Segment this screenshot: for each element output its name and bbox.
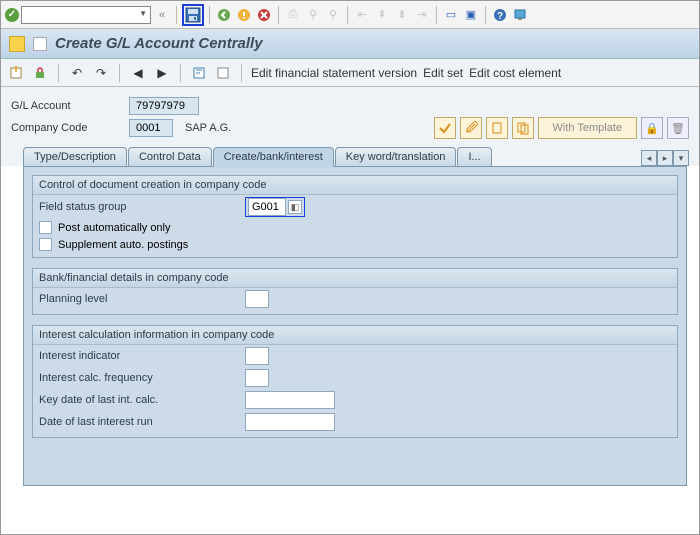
post-auto-checkbox[interactable] bbox=[39, 221, 52, 234]
interest-freq-input[interactable] bbox=[245, 369, 269, 387]
layout-icon[interactable] bbox=[511, 6, 529, 24]
tab-body: Control of document creation in company … bbox=[23, 166, 687, 486]
company-code-value[interactable]: 0001 bbox=[129, 119, 173, 137]
supplement-auto-checkbox[interactable] bbox=[39, 238, 52, 251]
filter-icon[interactable] bbox=[190, 64, 208, 82]
separator bbox=[347, 6, 348, 24]
separator bbox=[278, 6, 279, 24]
group-title: Interest calculation information in comp… bbox=[33, 326, 677, 345]
field-status-label: Field status group bbox=[39, 201, 239, 213]
back-double-icon[interactable]: « bbox=[153, 6, 171, 24]
separator bbox=[436, 6, 437, 24]
enter-icon[interactable]: ✓ bbox=[5, 8, 19, 22]
lastrun-input[interactable] bbox=[245, 413, 335, 431]
company-code-text: SAP A.G. bbox=[185, 122, 231, 134]
header-buttons: With Template 🔒 🗑 bbox=[434, 117, 690, 139]
edit-fsv-link[interactable]: Edit financial statement version bbox=[251, 66, 417, 80]
new-session-icon[interactable]: ▭ bbox=[442, 6, 460, 24]
tab-nav: ◂ ▸ ▾ bbox=[641, 150, 689, 166]
sap-window: ✓ « ⎙ ⚲ ⚲ ⇤ ⇞ ⇟ ⇥ ▭ bbox=[0, 0, 700, 535]
separator bbox=[180, 64, 181, 82]
separator bbox=[485, 6, 486, 24]
supplement-auto-label: Supplement auto. postings bbox=[58, 239, 188, 251]
print-icon[interactable]: ⎙ bbox=[284, 6, 302, 24]
post-auto-label: Post automatically only bbox=[58, 222, 171, 234]
help-icon[interactable]: ? bbox=[491, 6, 509, 24]
new-doc-icon[interactable] bbox=[486, 117, 508, 139]
find-next-icon[interactable]: ⚲ bbox=[324, 6, 342, 24]
delete-icon[interactable]: 🗑 bbox=[667, 117, 689, 139]
back-icon[interactable] bbox=[215, 6, 233, 24]
system-toolbar: ✓ « ⎙ ⚲ ⚲ ⇤ ⇞ ⇟ ⇥ ▭ bbox=[1, 1, 699, 29]
tab-control-data[interactable]: Control Data bbox=[128, 147, 212, 166]
tab-scroll-right-icon[interactable]: ▸ bbox=[657, 150, 673, 166]
lock-icon[interactable]: 🔒 bbox=[641, 117, 663, 139]
company-code-label: Company Code bbox=[11, 122, 121, 134]
find-icon[interactable]: ⚲ bbox=[304, 6, 322, 24]
title-bar: Create G/L Account Centrally bbox=[1, 29, 699, 59]
tab-keyword-translation[interactable]: Key word/translation bbox=[335, 147, 457, 166]
svg-text:?: ? bbox=[497, 11, 503, 22]
interest-indicator-input[interactable] bbox=[245, 347, 269, 365]
tab-list-icon[interactable]: ▾ bbox=[673, 150, 689, 166]
field-status-input[interactable] bbox=[248, 198, 286, 216]
last-page-icon[interactable]: ⇥ bbox=[413, 6, 431, 24]
separator bbox=[119, 64, 120, 82]
edit-cost-link[interactable]: Edit cost element bbox=[469, 66, 561, 80]
group-interest-calc: Interest calculation information in comp… bbox=[32, 325, 678, 438]
first-page-icon[interactable]: ⇤ bbox=[353, 6, 371, 24]
page-title: Create G/L Account Centrally bbox=[55, 35, 263, 52]
gl-account-label: G/L Account bbox=[11, 100, 121, 112]
cancel-icon[interactable] bbox=[255, 6, 273, 24]
keydate-input[interactable] bbox=[245, 391, 335, 409]
next-icon[interactable]: ▶ bbox=[153, 64, 171, 82]
keydate-label: Key date of last int. calc. bbox=[39, 394, 239, 406]
tab-type-description[interactable]: Type/Description bbox=[23, 147, 127, 166]
group-bank-financial: Bank/financial details in company code P… bbox=[32, 268, 678, 315]
separator bbox=[176, 6, 177, 24]
undo-icon[interactable]: ↶ bbox=[68, 64, 86, 82]
separator bbox=[209, 6, 210, 24]
command-field[interactable] bbox=[21, 6, 151, 24]
shortcut-icon[interactable]: ▣ bbox=[462, 6, 480, 24]
tab-scroll-left-icon[interactable]: ◂ bbox=[641, 150, 657, 166]
header-area: G/L Account 79797979 Company Code 0001 S… bbox=[1, 87, 699, 143]
edit-set-link[interactable]: Edit set bbox=[423, 66, 463, 80]
gl-account-value[interactable]: 79797979 bbox=[129, 97, 199, 115]
planning-level-input[interactable] bbox=[245, 290, 269, 308]
save-icon bbox=[185, 7, 201, 23]
doc-icon bbox=[33, 37, 47, 51]
lastrun-label: Date of last interest run bbox=[39, 416, 239, 428]
with-template-button[interactable]: With Template bbox=[538, 117, 638, 139]
planning-level-label: Planning level bbox=[39, 293, 239, 305]
exit-icon[interactable] bbox=[235, 6, 253, 24]
edit-icon[interactable] bbox=[460, 117, 482, 139]
separator bbox=[58, 64, 59, 82]
prev-icon[interactable]: ◀ bbox=[129, 64, 147, 82]
group-document-control: Control of document creation in company … bbox=[32, 175, 678, 258]
redo-icon[interactable]: ↷ bbox=[92, 64, 110, 82]
next-page-icon[interactable]: ⇟ bbox=[393, 6, 411, 24]
app-icon bbox=[9, 36, 25, 52]
check-icon[interactable] bbox=[434, 117, 456, 139]
group-title: Control of document creation in company … bbox=[33, 176, 677, 195]
field-status-selection: ◧ bbox=[245, 197, 305, 217]
interest-indicator-label: Interest indicator bbox=[39, 350, 239, 362]
tab-more[interactable]: I... bbox=[457, 147, 491, 166]
separator bbox=[241, 64, 242, 82]
tab-strip: Type/Description Control Data Create/ban… bbox=[1, 143, 699, 166]
tab-create-bank-interest[interactable]: Create/bank/interest bbox=[213, 147, 334, 167]
group-title: Bank/financial details in company code bbox=[33, 269, 677, 288]
lock-toggle-icon[interactable] bbox=[31, 64, 49, 82]
copy-doc-icon[interactable] bbox=[512, 117, 534, 139]
f4-help-icon[interactable]: ◧ bbox=[288, 200, 302, 214]
interest-freq-label: Interest calc. frequency bbox=[39, 372, 239, 384]
prev-page-icon[interactable]: ⇞ bbox=[373, 6, 391, 24]
save-button[interactable] bbox=[182, 4, 204, 26]
settings-icon[interactable] bbox=[214, 64, 232, 82]
app-toolbar: ↶ ↷ ◀ ▶ Edit financial statement version… bbox=[1, 59, 699, 87]
create-icon[interactable] bbox=[7, 64, 25, 82]
